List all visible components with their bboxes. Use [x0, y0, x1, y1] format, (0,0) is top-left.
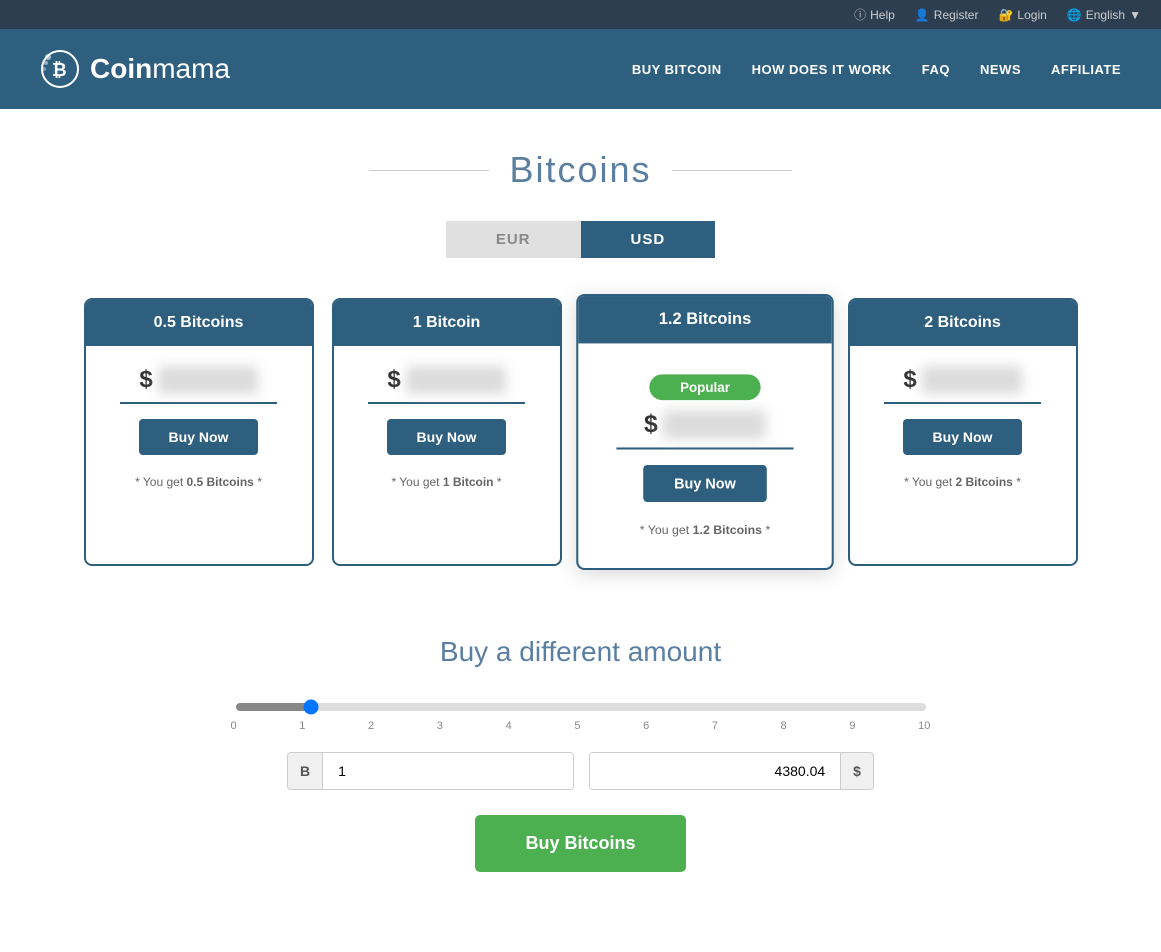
nav-news[interactable]: NEWS: [980, 57, 1021, 82]
nav-how-it-works[interactable]: HOW DOES IT WORK: [752, 57, 892, 82]
price-underline-1.2: [616, 447, 794, 449]
globe-icon: 🌐: [1067, 8, 1082, 22]
cards-section: 0.5 Bitcoins $ Buy Now * You get 0.5 Bit…: [20, 298, 1141, 566]
price-symbol-2: $: [903, 366, 916, 394]
help-link[interactable]: ⓘ Help: [854, 6, 895, 23]
card-1-title: 1 Bitcoin: [334, 300, 560, 346]
price-underline-0.5: [120, 402, 277, 404]
price-underline-1: [368, 402, 525, 404]
buy-now-2-button[interactable]: Buy Now: [903, 419, 1023, 455]
currency-toggle: EUR USD: [20, 221, 1141, 258]
price-symbol-0.5: $: [139, 366, 152, 394]
card-1.2-footer: * You get 1.2 Bitcoins *: [593, 517, 815, 547]
usd-input[interactable]: [590, 753, 840, 789]
card-2-body: $ Buy Now * You get 2 Bitcoins *: [850, 346, 1076, 519]
price-blurred-1.2: [662, 410, 765, 439]
buy-bitcoins-button[interactable]: Buy Bitcoins: [475, 815, 685, 872]
logo-icon: ₿: [40, 49, 80, 89]
svg-text:₿: ₿: [52, 60, 67, 80]
card-2-title: 2 Bitcoins: [850, 300, 1076, 346]
logo-text-coin: Coin: [90, 53, 152, 84]
card-0.5-title: 0.5 Bitcoins: [86, 300, 312, 346]
top-bar: ⓘ Help 👤 Register 🔐 Login 🌐 English ▼: [0, 0, 1161, 29]
help-icon: ⓘ: [854, 6, 866, 23]
card-1-price: $: [349, 366, 545, 394]
price-blurred-0.5: [158, 366, 258, 394]
card-1.2-price: $: [593, 410, 815, 439]
logo[interactable]: ₿ Coinmama: [40, 49, 230, 89]
login-icon: 🔐: [998, 8, 1013, 22]
card-1-footer: * You get 1 Bitcoin *: [349, 470, 545, 499]
usd-button[interactable]: USD: [581, 221, 716, 258]
amount-slider[interactable]: [236, 703, 926, 711]
popular-badge: Popular: [649, 374, 761, 400]
language-selector[interactable]: 🌐 English ▼: [1067, 8, 1141, 22]
price-underline-2: [884, 402, 1041, 404]
card-1.2-title: 1.2 Bitcoins: [578, 296, 831, 343]
price-symbol-1: $: [387, 366, 400, 394]
btc-prefix: B: [288, 753, 323, 789]
divider-left: [369, 170, 489, 171]
card-0.5-body: $ Buy Now * You get 0.5 Bitcoins *: [86, 346, 312, 519]
usd-input-group: $: [589, 752, 874, 790]
card-2-footer: * You get 2 Bitcoins *: [865, 470, 1061, 499]
custom-amount-inputs: B $: [20, 752, 1141, 790]
card-0.5-footer: * You get 0.5 Bitcoins *: [101, 470, 297, 499]
title-divider: Bitcoins: [20, 149, 1141, 191]
slider-labels: 0 1 2 3 4 5 6 7 8 9 10: [231, 720, 931, 732]
divider-right: [672, 170, 792, 171]
usd-suffix: $: [840, 753, 873, 789]
chevron-down-icon: ▼: [1129, 8, 1141, 22]
main-content: Bitcoins EUR USD 0.5 Bitcoins $ Buy Now …: [0, 109, 1161, 952]
nav-faq[interactable]: FAQ: [922, 57, 950, 82]
card-0.5-price: $: [101, 366, 297, 394]
different-amount-section: Buy a different amount 0 1 2 3 4 5 6 7 8…: [20, 616, 1141, 892]
main-nav: BUY BITCOIN HOW DOES IT WORK FAQ NEWS AF…: [632, 57, 1121, 82]
buy-now-1.2-button[interactable]: Buy Now: [643, 465, 766, 502]
card-2-price: $: [865, 366, 1061, 394]
register-link[interactable]: 👤 Register: [915, 8, 979, 22]
eur-button[interactable]: EUR: [446, 221, 581, 258]
page-title: Bitcoins: [509, 149, 651, 191]
buy-now-1-button[interactable]: Buy Now: [387, 419, 507, 455]
card-0.5-btc: 0.5 Bitcoins $ Buy Now * You get 0.5 Bit…: [84, 298, 314, 566]
slider-section: 0 1 2 3 4 5 6 7 8 9 10: [231, 698, 931, 732]
card-1-body: $ Buy Now * You get 1 Bitcoin *: [334, 346, 560, 519]
nav-affiliate[interactable]: AFFILIATE: [1051, 57, 1121, 82]
buy-now-0.5-button[interactable]: Buy Now: [139, 419, 259, 455]
login-link[interactable]: 🔐 Login: [998, 8, 1046, 22]
different-amount-title: Buy a different amount: [20, 636, 1141, 668]
btc-input[interactable]: [323, 753, 573, 789]
header: ₿ Coinmama BUY BITCOIN HOW DOES IT WORK …: [0, 29, 1161, 109]
card-1.2-btc: 1.2 Bitcoins Popular $ Buy Now * You get…: [576, 294, 834, 570]
card-1.2-body: Popular $ Buy Now * You get 1.2 Bitcoins…: [578, 343, 831, 568]
nav-buy-bitcoin[interactable]: BUY BITCOIN: [632, 57, 722, 82]
price-blurred-1: [406, 366, 506, 394]
price-blurred-2: [922, 366, 1022, 394]
card-2-btc: 2 Bitcoins $ Buy Now * You get 2 Bitcoin…: [848, 298, 1078, 566]
btc-input-group: B: [287, 752, 574, 790]
page-title-section: Bitcoins: [20, 149, 1141, 191]
logo-text-mama: mama: [152, 53, 230, 84]
price-symbol-1.2: $: [644, 410, 658, 439]
card-1-btc: 1 Bitcoin $ Buy Now * You get 1 Bitcoin …: [332, 298, 562, 566]
user-icon: 👤: [915, 8, 930, 22]
